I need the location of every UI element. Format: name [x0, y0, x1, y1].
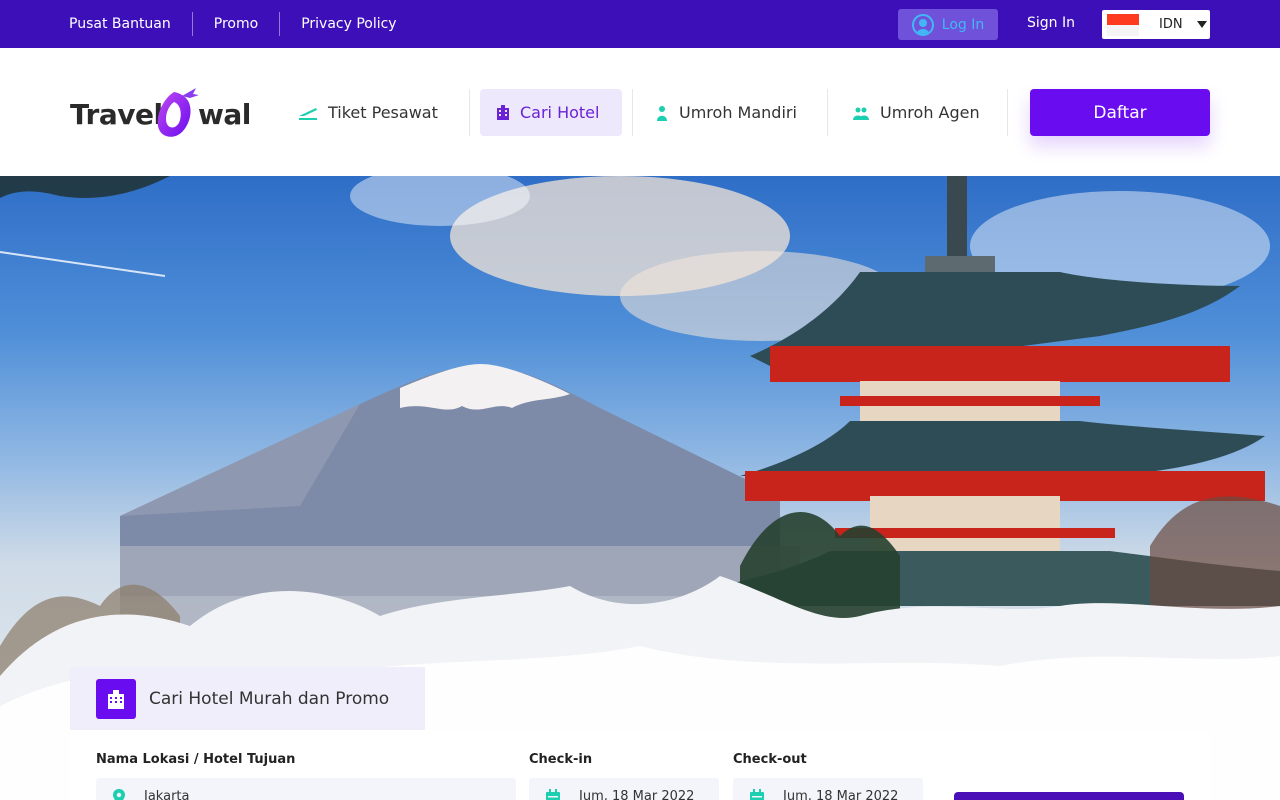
divider [827, 89, 828, 136]
location-label: Nama Lokasi / Hotel Tujuan [96, 752, 296, 767]
nav-tiket-pesawat[interactable]: Tiket Pesawat [298, 89, 438, 136]
login-label: Log In [941, 16, 985, 33]
privacy-policy-link[interactable]: Privacy Policy [280, 12, 417, 36]
nav-label: Tiket Pesawat [328, 103, 438, 122]
indonesia-flag-icon [1107, 13, 1139, 36]
checkin-label: Check-in [529, 752, 593, 767]
nav-cari-hotel[interactable]: Cari Hotel [480, 89, 622, 136]
nav-umroh-agen[interactable]: Umroh Agen [852, 89, 980, 136]
location-value: Jakarta [144, 789, 190, 800]
divider [632, 89, 633, 136]
checkout-input[interactable]: Jum, 18 Mar 2022 [733, 778, 923, 800]
main-header: Travel wal Tiket Pesawat Cari Hotel Umro… [0, 48, 1280, 176]
hotel-icon [497, 105, 509, 120]
logo-a-icon [157, 88, 199, 137]
nav-label: Umroh Agen [880, 103, 980, 122]
language-select[interactable]: IDN [1102, 10, 1210, 39]
calendar-icon [545, 789, 561, 800]
caret-down-icon [1196, 21, 1207, 28]
calendar-icon [749, 789, 765, 800]
nav-label: Umroh Mandiri [679, 103, 797, 122]
plane-takeoff-icon [299, 107, 317, 120]
checkout-value: Jum, 18 Mar 2022 [783, 789, 899, 800]
checkout-label: Check-out [733, 752, 807, 767]
nav-label: Cari Hotel [520, 103, 600, 122]
divider [1007, 89, 1008, 136]
checkin-value: Jum, 18 Mar 2022 [579, 789, 695, 800]
top-links: Pusat Bantuan Promo Privacy Policy [48, 0, 418, 48]
group-icon [853, 107, 869, 120]
checkin-input[interactable]: Jum, 18 Mar 2022 [529, 778, 719, 800]
logo[interactable]: Travel wal [70, 86, 265, 141]
help-center-link[interactable]: Pusat Bantuan [48, 12, 192, 36]
register-button[interactable]: Daftar [1030, 89, 1210, 136]
sign-in-link[interactable]: Sign In [1027, 15, 1075, 31]
promo-link[interactable]: Promo [193, 12, 279, 36]
top-bar: Pusat Bantuan Promo Privacy Policy Log I… [0, 0, 1280, 48]
search-tab-title: Cari Hotel Murah dan Promo [149, 688, 390, 709]
login-button[interactable]: Log In [898, 9, 998, 40]
divider [469, 89, 470, 136]
search-button[interactable] [954, 792, 1184, 800]
user-icon [911, 13, 934, 36]
language-code: IDN [1159, 17, 1183, 32]
hotel-search-tab[interactable]: Cari Hotel Murah dan Promo [70, 667, 425, 730]
person-icon [657, 105, 667, 121]
logo-text-left: Travel [70, 98, 163, 131]
logo-text-right: wal [198, 98, 251, 131]
hotel-icon [96, 678, 136, 719]
location-input[interactable]: Jakarta [96, 778, 516, 800]
nav-umroh-mandiri[interactable]: Umroh Mandiri [655, 89, 797, 136]
map-pin-icon [112, 789, 126, 800]
